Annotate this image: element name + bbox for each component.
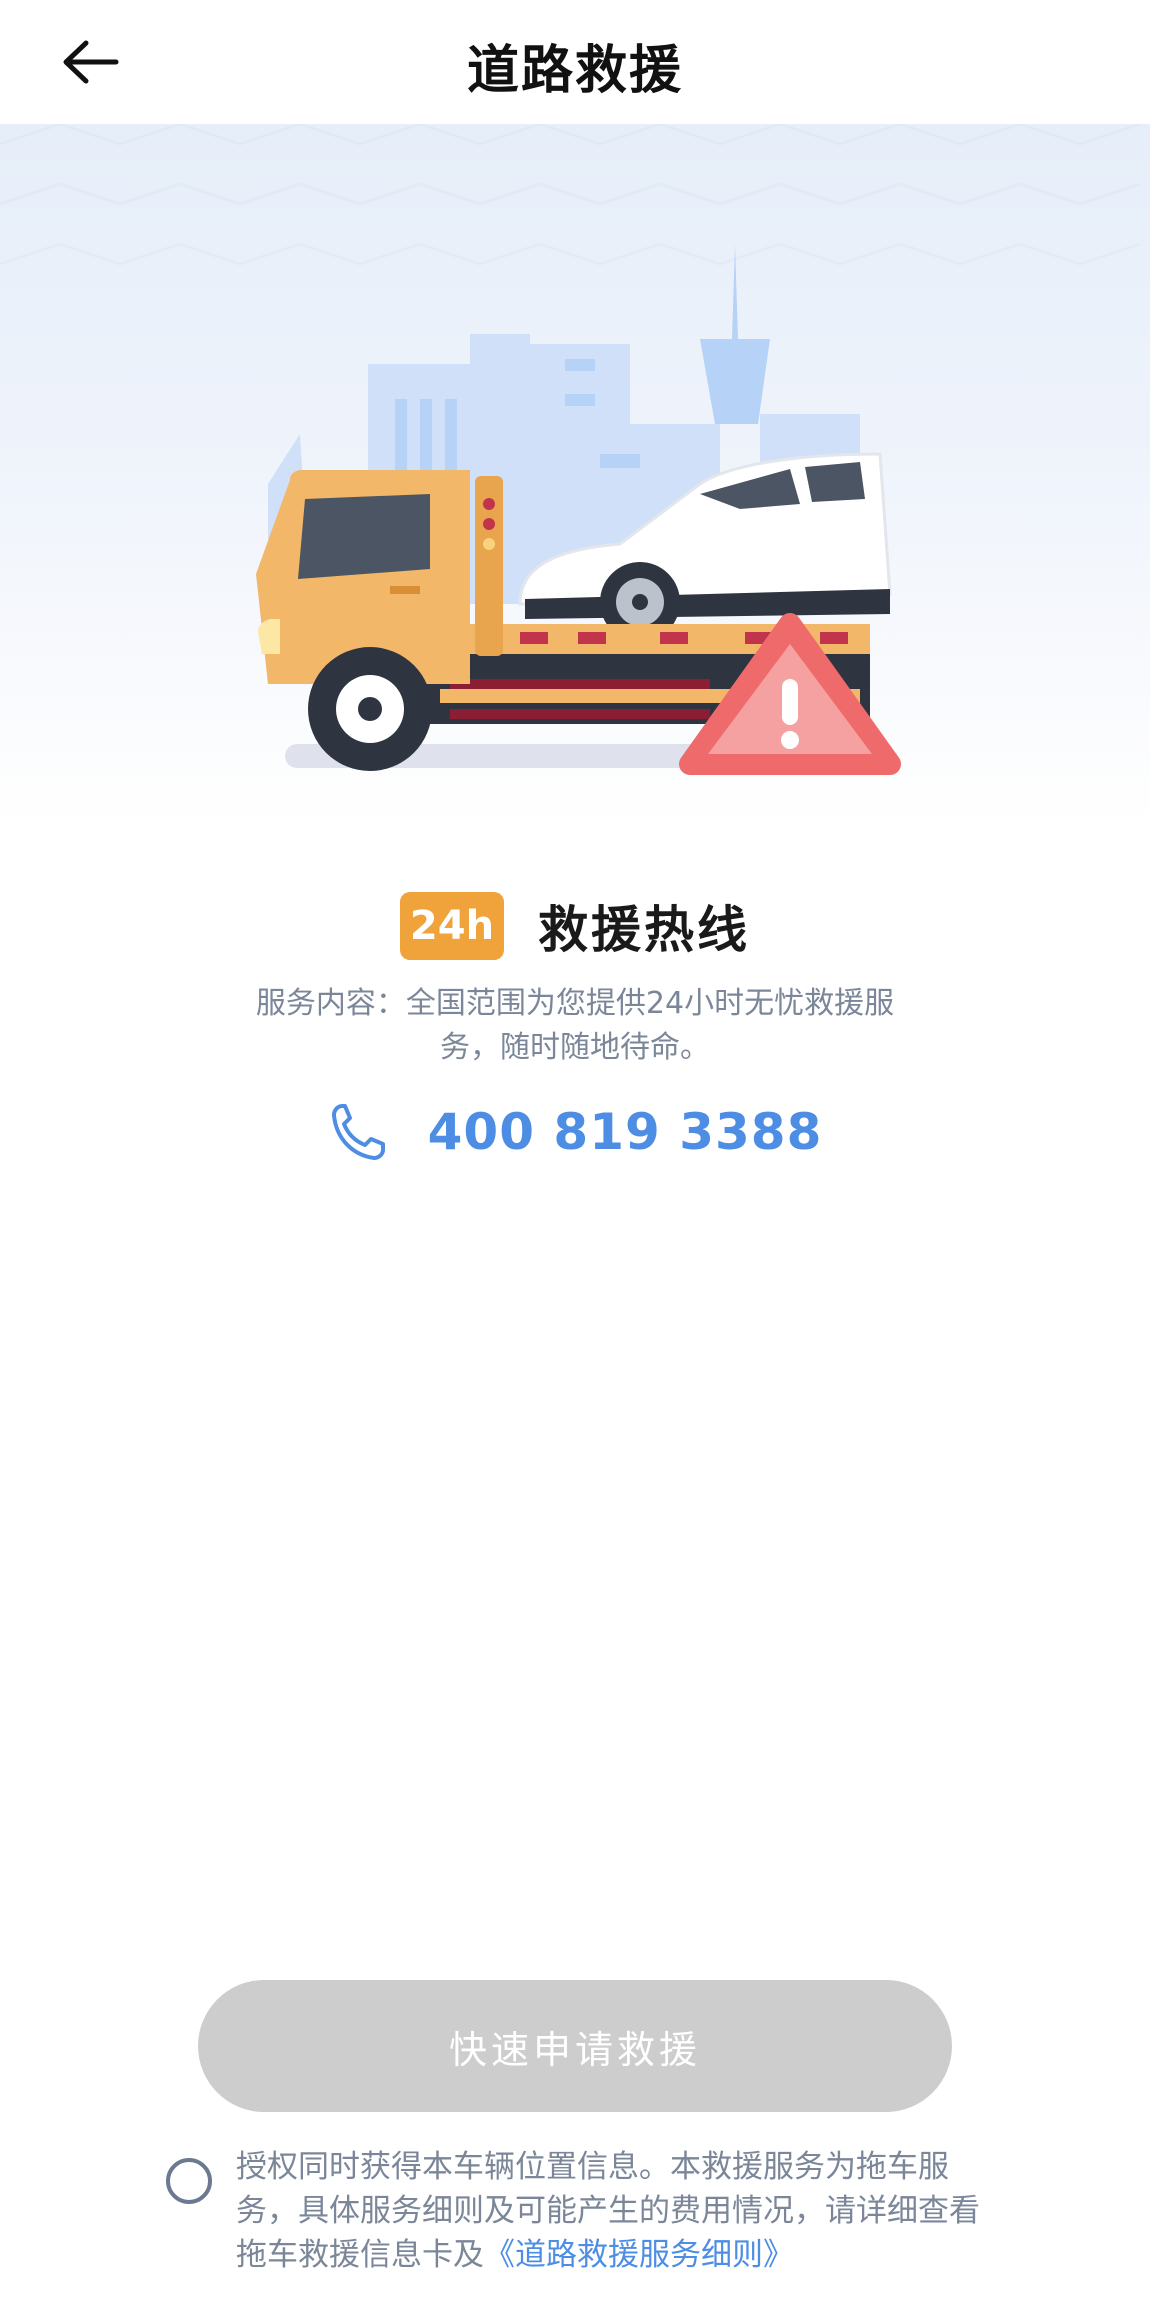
badge-24h: 24h	[399, 892, 505, 960]
header-bar: 道路救援	[0, 0, 1150, 124]
road-rescue-page: 道路救援 24h 救援热线 服务内容：全国范围为您提供24小时无忧救援服务，随时…	[0, 0, 1150, 2297]
agreement-text: 授权同时获得本车辆位置信息。本救援服务为拖车服务，具体服务细则及可能产生的费用情…	[236, 2145, 1006, 2277]
service-terms-link[interactable]: 《道路救援服务细则》	[484, 2237, 794, 2273]
hotline-heading: 24h 救援热线	[0, 890, 1150, 962]
page-title: 道路救援	[466, 41, 683, 101]
tow-truck-illustration	[0, 124, 1141, 775]
hotline-label: 救援热线	[538, 901, 751, 959]
service-description: 服务内容：全国范围为您提供24小时无忧救援服务，随时随地待命。	[255, 986, 895, 1065]
agreement-radio[interactable]	[166, 2158, 212, 2204]
hotline-phone-number[interactable]: 400 819 3388	[428, 1103, 823, 1161]
phone-row[interactable]: 400 819 3388	[0, 1100, 1150, 1164]
hero-banner	[0, 124, 1150, 824]
quick-apply-rescue-button[interactable]: 快速申请救援	[198, 1980, 952, 2112]
phone-icon	[331, 1104, 385, 1160]
